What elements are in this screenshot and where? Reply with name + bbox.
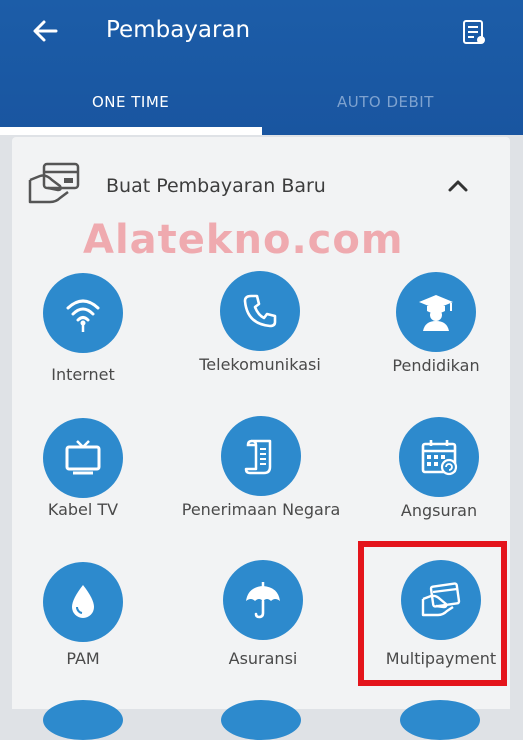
document-icon[interactable] [460,18,488,46]
active-tab-indicator [0,127,262,135]
category-label: Penerimaan Negara [181,500,341,519]
calendar-icon [421,440,458,476]
highlight-box [358,541,507,686]
category-label: Kabel TV [47,500,119,519]
wifi-icon [66,299,100,332]
tv-icon [65,440,101,475]
next-row-icon [43,700,123,740]
umbrella-icon [246,582,280,619]
category-asuransi[interactable]: Asuransi [173,560,353,680]
phone-icon [243,294,277,328]
category-pam[interactable]: PAM [0,562,173,682]
category-label: Internet [51,365,115,384]
tab-one-time[interactable]: ONE TIME [92,92,169,112]
section-title: Buat Pembayaran Baru [106,175,326,197]
back-arrow-icon[interactable] [28,14,62,48]
hand-card-icon [28,162,80,204]
water-drop-icon [72,585,94,618]
category-label: PAM [66,649,100,668]
scroll-icon [244,439,272,475]
watermark: Alatekno.com [83,217,404,263]
page-title: Pembayaran [106,17,251,43]
next-row-icon [221,700,301,740]
category-penerimaan-negara[interactable]: Penerimaan Negara [171,416,351,536]
next-row-icon [400,700,480,740]
category-label: Asuransi [228,649,298,668]
category-pendidikan[interactable]: Pendidikan [346,272,523,392]
graduate-icon [419,295,453,331]
category-label: Angsuran [400,501,478,520]
category-label: Telekomunikasi [199,355,321,374]
chevron-up-icon[interactable] [446,176,470,196]
category-telekomunikasi[interactable]: Telekomunikasi [170,271,350,391]
app-bar: Pembayaran ONE TIME AUTO DEBIT [0,0,523,135]
category-label: Pendidikan [392,356,480,375]
category-angsuran[interactable]: Angsuran [349,417,523,537]
tab-auto-debit[interactable]: AUTO DEBIT [337,92,434,112]
category-internet[interactable]: Internet [0,273,173,393]
category-kabel-tv[interactable]: Kabel TV [0,418,173,538]
